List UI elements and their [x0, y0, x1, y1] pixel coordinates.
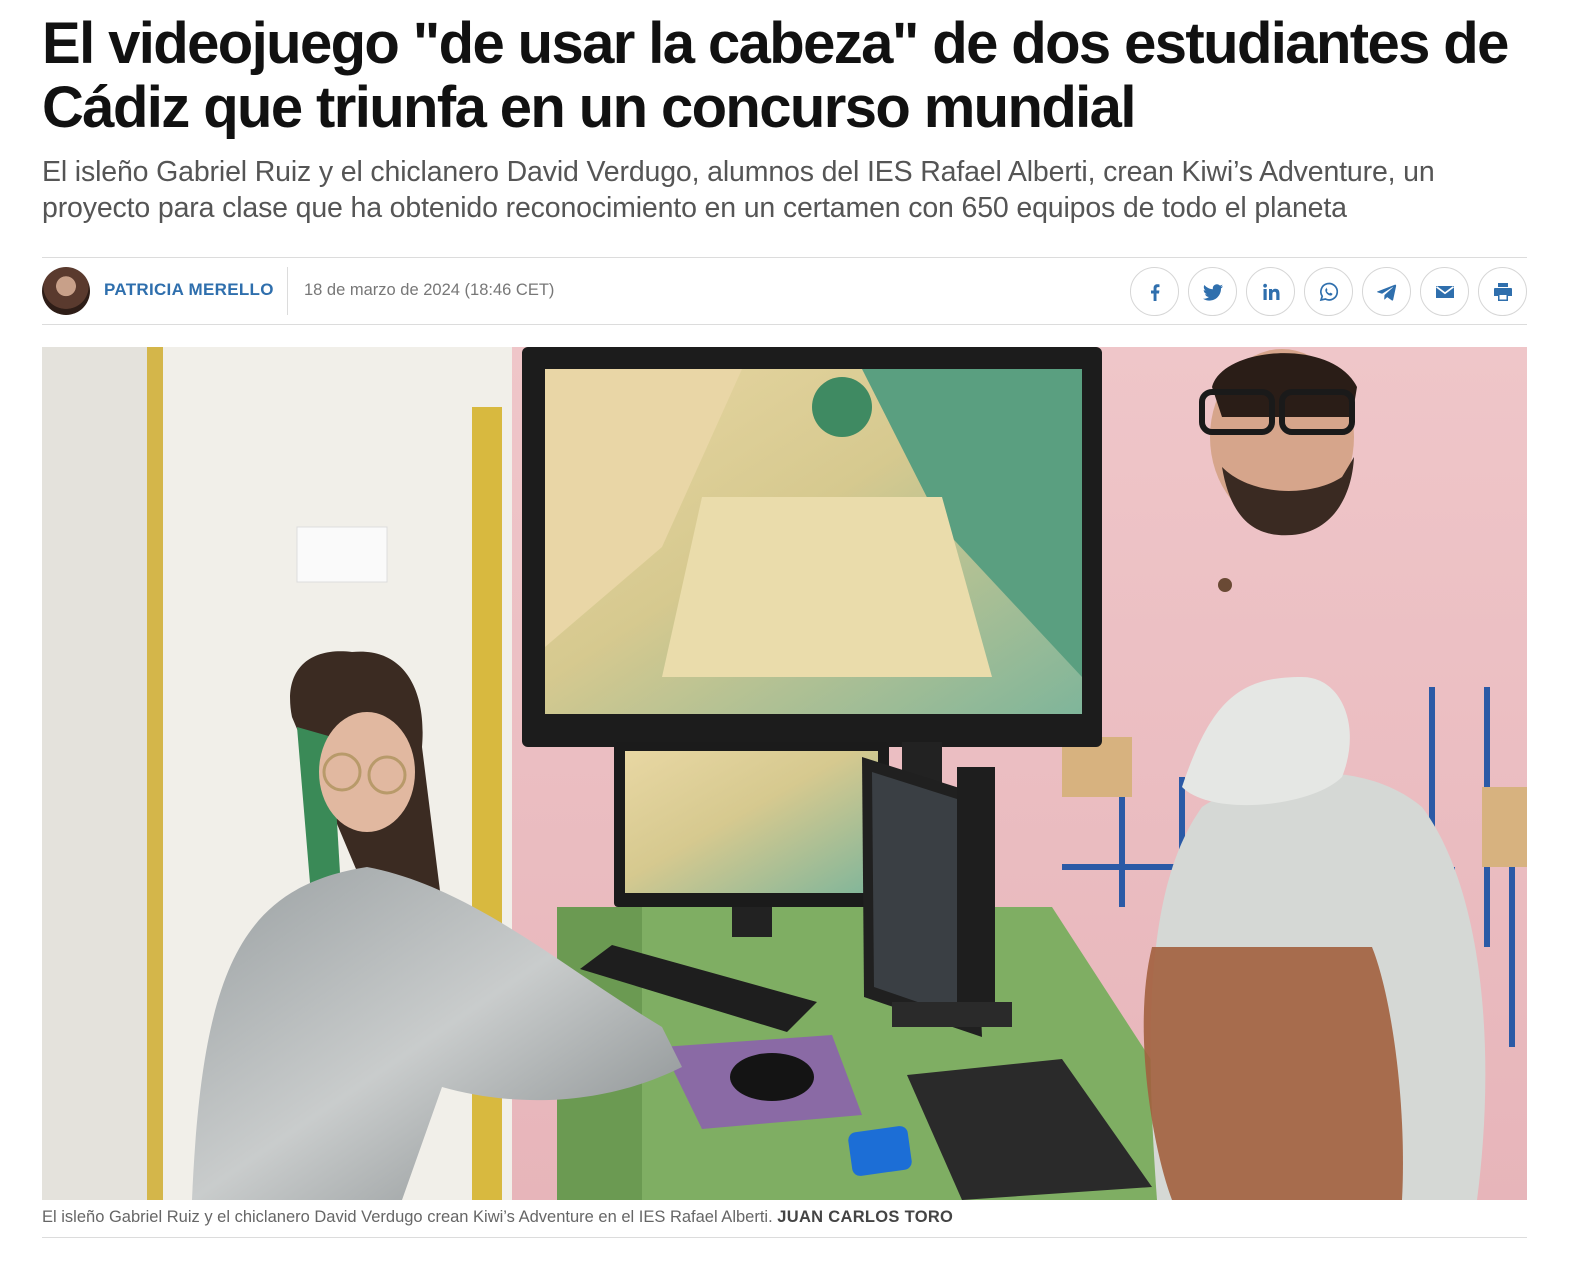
share-toolbar	[1130, 267, 1527, 316]
meta-divider	[287, 267, 288, 315]
twitter-icon	[1202, 283, 1223, 301]
article-photo[interactable]	[42, 347, 1527, 1200]
facebook-icon	[1150, 283, 1159, 301]
photo-caption: El isleño Gabriel Ruiz y el chiclanero D…	[42, 1208, 953, 1227]
telegram-icon	[1376, 284, 1396, 301]
author-link[interactable]: PATRICIA MERELLO	[104, 280, 274, 300]
photo-credit: JUAN CARLOS TORO	[777, 1208, 954, 1226]
publish-date: 18 de marzo de 2024 (18:46 CET)	[304, 281, 555, 299]
article-subtitle: El isleño Gabriel Ruiz y el chiclanero D…	[42, 156, 1435, 224]
share-linkedin-button[interactable]	[1246, 267, 1295, 316]
author-avatar[interactable]	[42, 267, 90, 315]
share-whatsapp-button[interactable]	[1304, 267, 1353, 316]
photo-caption-bar: El isleño Gabriel Ruiz y el chiclanero D…	[42, 1200, 1527, 1238]
email-icon	[1435, 285, 1454, 298]
print-icon	[1493, 282, 1512, 301]
whatsapp-icon	[1319, 282, 1338, 301]
linkedin-icon	[1262, 283, 1279, 300]
article-headline: El videojuego "de usar la cabeza" de dos…	[42, 11, 1509, 140]
classroom-photo-illustration	[42, 347, 1527, 1200]
print-button[interactable]	[1478, 267, 1527, 316]
share-email-button[interactable]	[1420, 267, 1469, 316]
share-telegram-button[interactable]	[1362, 267, 1411, 316]
photo-caption-text: El isleño Gabriel Ruiz y el chiclanero D…	[42, 1208, 773, 1226]
article-meta-bar: PATRICIA MERELLO 18 de marzo de 2024 (18…	[42, 257, 1527, 325]
share-facebook-button[interactable]	[1130, 267, 1179, 316]
share-twitter-button[interactable]	[1188, 267, 1237, 316]
